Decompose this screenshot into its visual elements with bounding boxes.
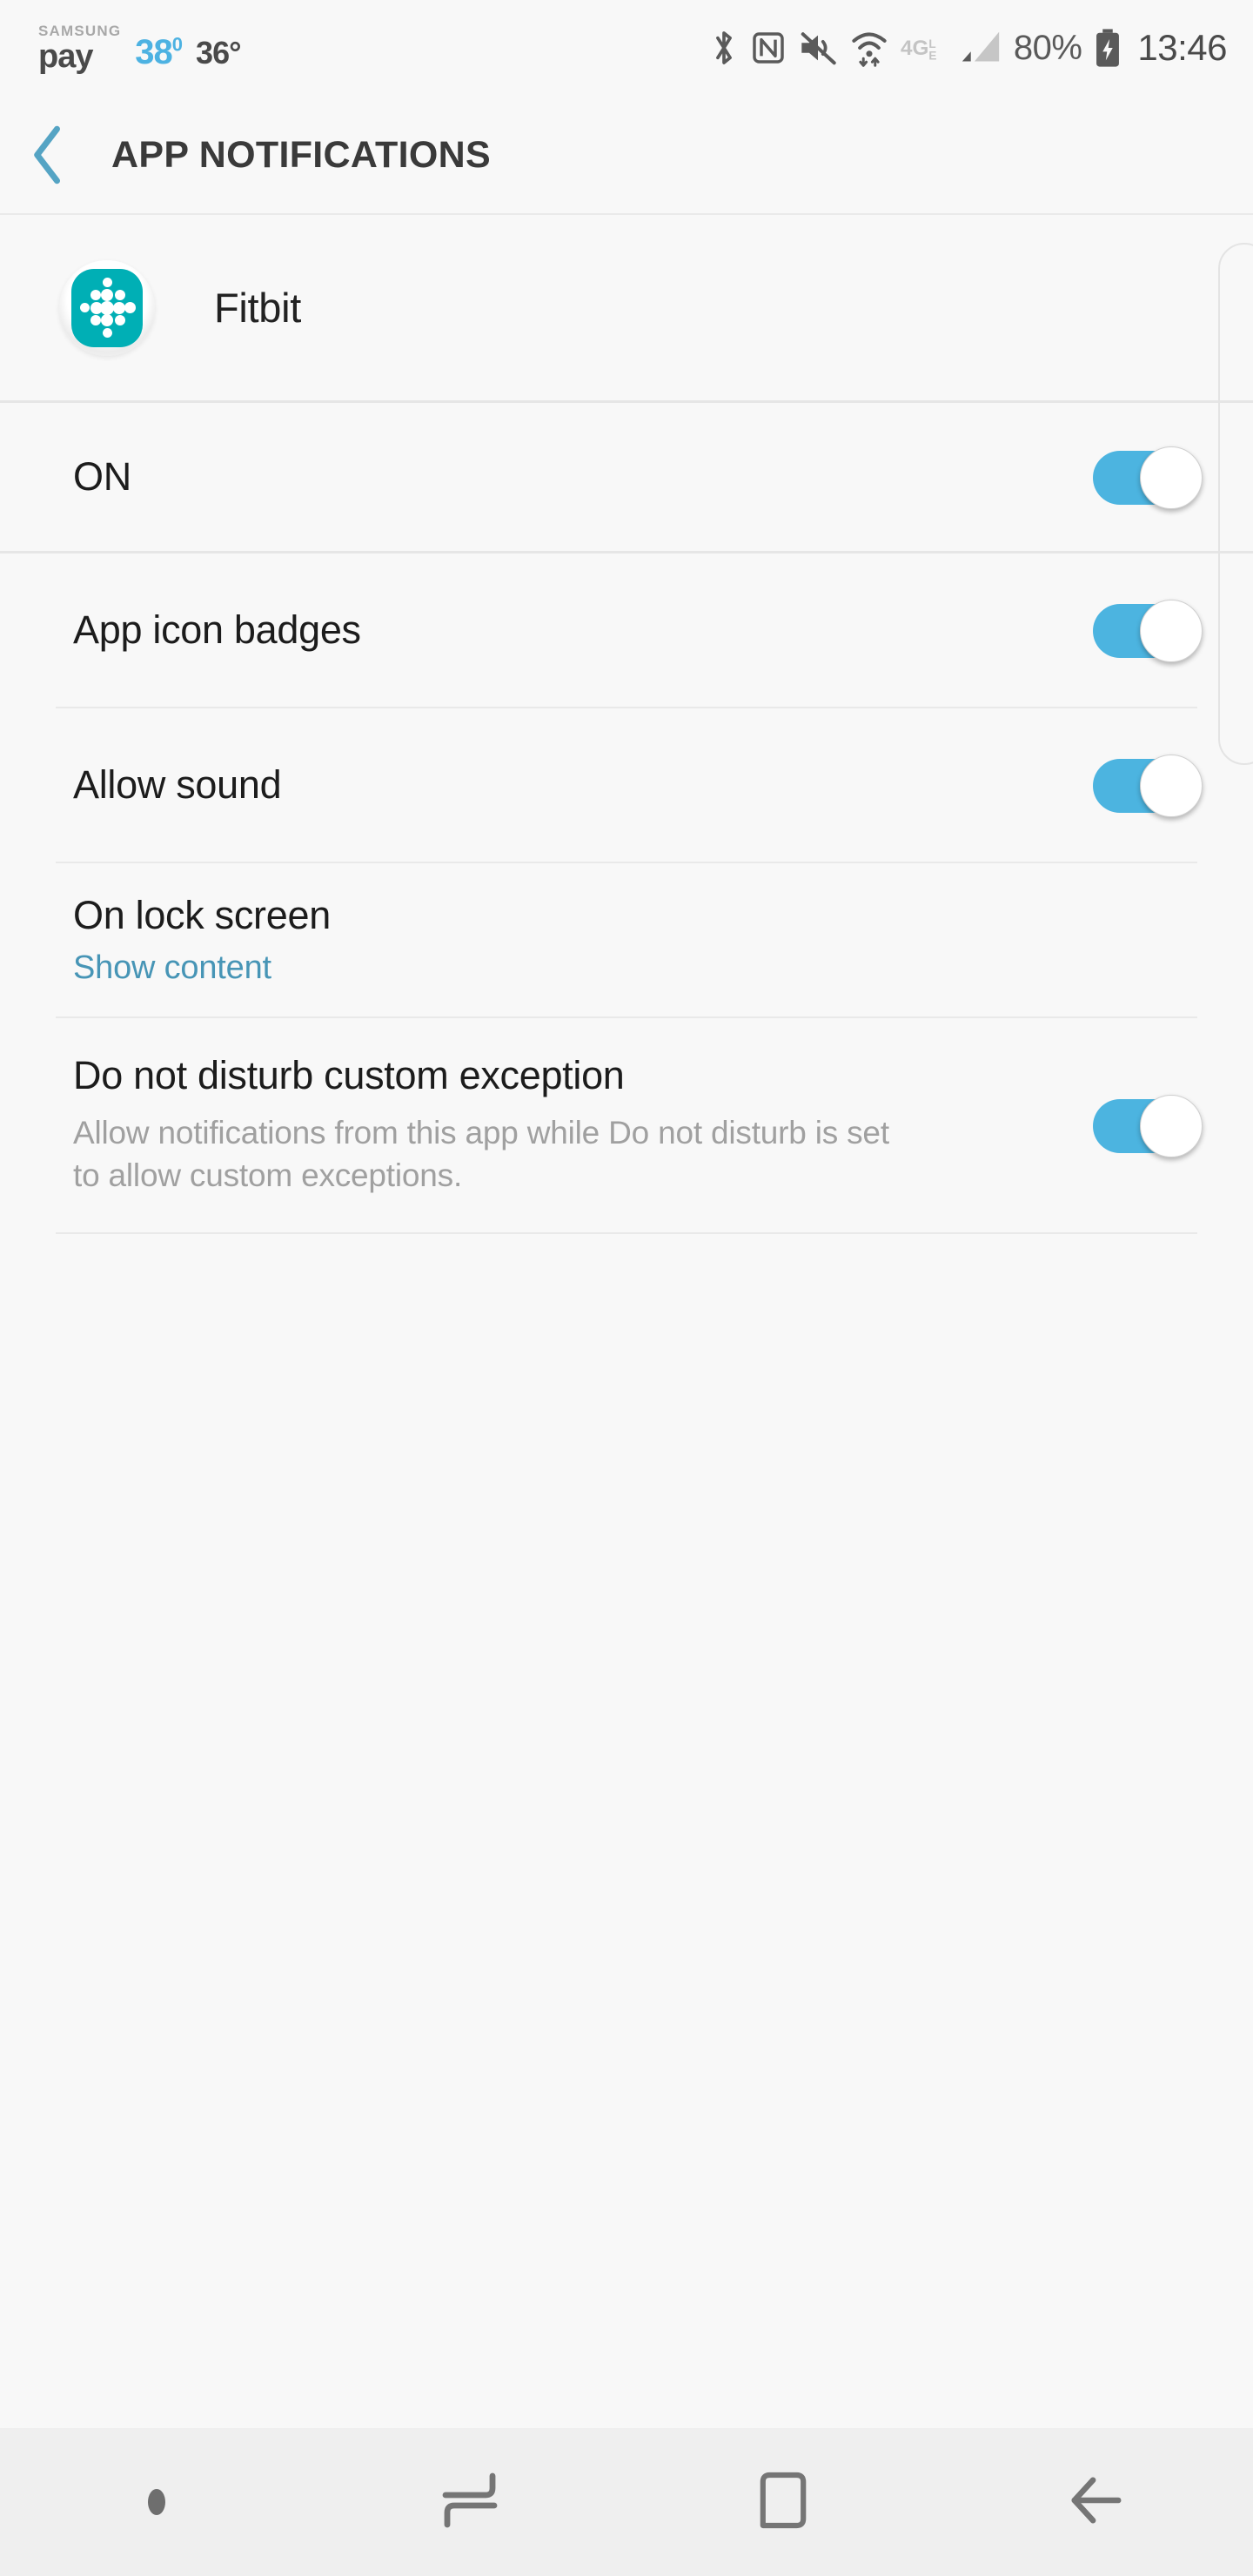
settings-content: Fitbit ON App icon badges Allow sound On… [0,215,1253,2428]
toggle-thumb [1140,1095,1203,1157]
toggle-allow-sound[interactable] [1093,755,1203,817]
degree-symbol-icon: 0 [171,33,183,56]
toggle-master-on[interactable] [1093,446,1203,509]
setting-title: Allow sound [73,762,282,808]
setting-row-on-lock-screen[interactable]: On lock screen Show content [0,863,1253,1016]
system-navigation-bar [0,2428,1253,2576]
nav-back-button[interactable] [940,2428,1253,2576]
setting-description: Allow notifications from this app while … [73,1115,889,1193]
setting-value-label: Show content [73,949,271,987]
dot-indicator-icon [148,2489,165,2515]
svg-text:E: E [928,50,936,63]
setting-texts: App icon badges [73,607,1093,653]
toggle-app-icon-badges[interactable] [1093,600,1203,662]
samsung-pay-label: pay [38,37,93,75]
nfc-icon [751,29,786,67]
setting-texts: Allow sound [73,762,1093,808]
temperature-secondary: 36° [196,34,241,70]
setting-row-master-on[interactable]: ON [0,403,1253,551]
phone-screen: SAMSUNG pay 380 36° 4G L E 80% 13:46 APP… [0,0,1253,2576]
nav-recents-button[interactable] [313,2428,626,2576]
recents-icon [439,2472,501,2532]
toggle-thumb [1140,446,1203,509]
temperature-primary: 380 [135,32,183,73]
samsung-pay-logo: SAMSUNG pay [38,23,121,73]
svg-text:4G: 4G [901,37,928,60]
setting-texts: ON [73,454,1093,500]
app-bar: APP NOTIFICATIONS [0,96,1253,214]
app-name-label: Fitbit [214,285,302,331]
bluetooth-icon [709,28,739,68]
back-arrow-icon [1068,2473,1125,2532]
divider-after-dnd-custom-exception [56,1232,1197,1234]
app-header-row[interactable]: Fitbit [0,215,1253,400]
setting-texts: On lock screen Show content [73,893,1203,988]
setting-row-dnd-custom-exception[interactable]: Do not disturb custom exception Allow no… [0,1018,1253,1232]
samsung-pay-brand-text: SAMSUNG [38,22,122,39]
setting-title: Do not disturb custom exception [73,1053,625,1098]
wifi-icon [850,28,888,68]
fitbit-logo-tile [71,268,143,347]
fitbit-app-icon [59,259,155,356]
battery-percent-label: 80% [1013,28,1082,67]
setting-row-allow-sound[interactable]: Allow sound [0,708,1253,862]
nav-indicator-dot[interactable] [0,2428,313,2576]
setting-title: ON [73,454,131,500]
cell-signal-icon [960,29,1002,67]
toggle-dnd-custom-exception[interactable] [1093,1095,1203,1157]
status-bar-left: SAMSUNG pay 380 36° [38,23,242,73]
nav-home-button[interactable] [626,2428,940,2576]
page-title: APP NOTIFICATIONS [111,133,491,176]
toggle-thumb [1140,755,1203,817]
volume-mute-icon [798,29,838,67]
setting-title: App icon badges [73,607,361,653]
status-bar-right: 4G L E 80% 13:46 [709,27,1227,69]
temperature-primary-value: 38 [135,32,172,71]
status-bar-clock: 13:46 [1137,27,1227,68]
setting-texts: Do not disturb custom exception Allow no… [73,1053,1093,1197]
battery-charging-icon [1094,28,1122,68]
setting-title: On lock screen [73,892,331,937]
setting-row-app-icon-badges[interactable]: App icon badges [0,553,1253,707]
4glte-icon: 4G L E [901,31,948,64]
status-bar: SAMSUNG pay 380 36° 4G L E 80% 13:46 [0,0,1253,96]
home-icon [758,2470,808,2535]
toggle-thumb [1140,600,1203,662]
back-chevron-icon[interactable] [0,96,96,214]
